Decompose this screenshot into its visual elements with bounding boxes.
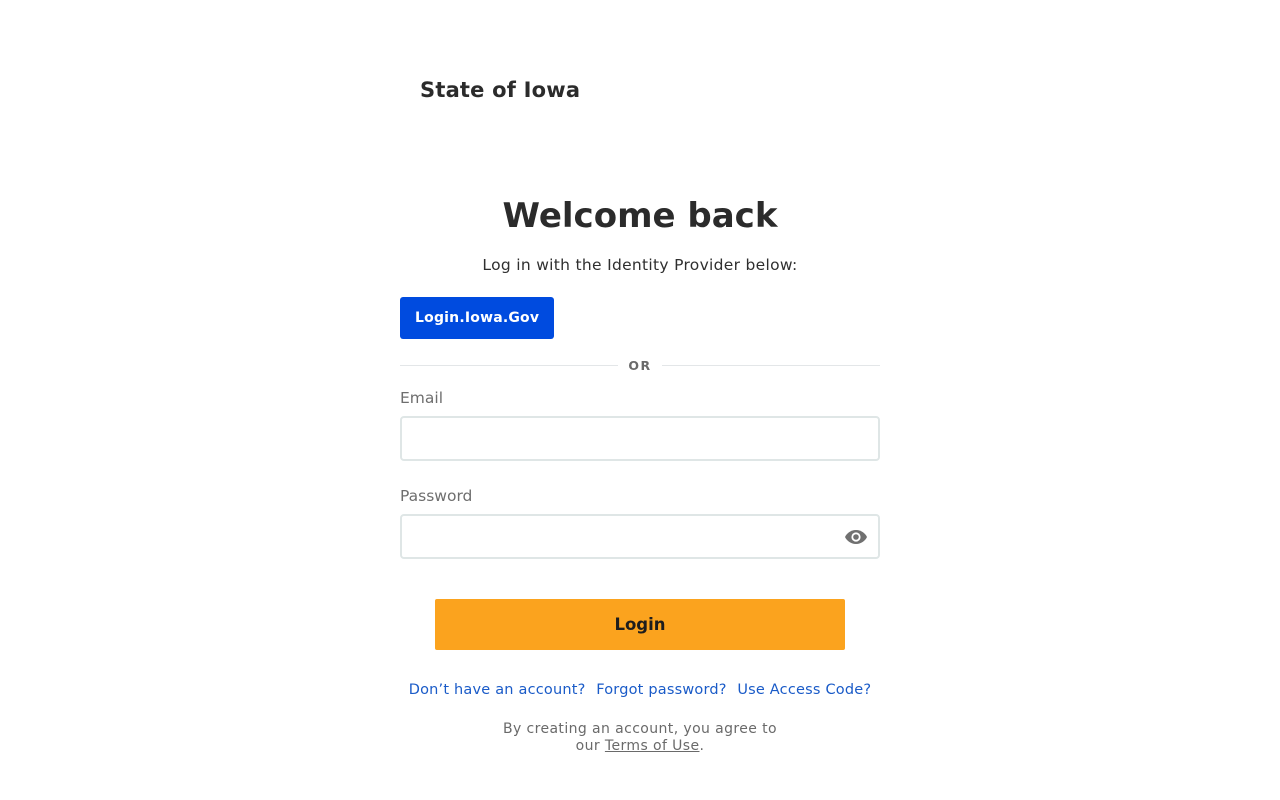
account-links: Don’t have an account? Forgot password? … (400, 680, 880, 700)
eye-icon[interactable] (844, 527, 868, 547)
signup-link[interactable]: Don’t have an account? (409, 682, 586, 698)
login-page: State of Iowa Welcome back Log in with t… (0, 0, 1280, 800)
login-button[interactable]: Login (435, 599, 845, 650)
email-field[interactable] (402, 418, 878, 459)
page-title: Welcome back (502, 196, 778, 236)
or-divider: OR (400, 353, 881, 377)
forgot-password-link[interactable]: Forgot password? (596, 682, 727, 698)
terms-line: our Terms of Use. (400, 738, 880, 755)
divider-line-right (661, 364, 881, 366)
eye-icon-svg (845, 530, 867, 544)
divider-text: OR (628, 357, 652, 373)
password-field[interactable] (402, 516, 878, 557)
password-field-box (400, 514, 880, 559)
access-code-link[interactable]: Use Access Code? (737, 682, 871, 698)
terms-of-use-link[interactable]: Terms of Use (605, 738, 700, 754)
terms-our: our (575, 738, 601, 754)
org-name: State of Iowa (420, 78, 581, 102)
terms-notice: By creating an account, you agree to our… (400, 721, 880, 755)
idp-login-button[interactable]: Login.Iowa.Gov (400, 297, 555, 339)
email-field-box (400, 416, 880, 461)
email-label: Email (400, 389, 444, 407)
idp-subtitle: Log in with the Identity Provider below: (482, 256, 798, 274)
terms-prefix: By creating an account, you agree to (502, 721, 778, 737)
login-form: Welcome back Log in with the Identity Pr… (400, 190, 881, 755)
password-label: Password (400, 487, 473, 505)
terms-suffix: . (699, 738, 705, 754)
divider-line-left (400, 364, 619, 366)
